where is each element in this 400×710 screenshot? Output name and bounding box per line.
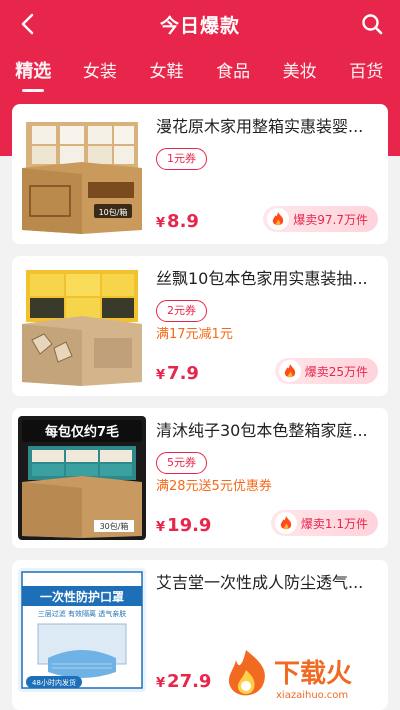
price-symbol: ¥ [156, 520, 166, 535]
image-label: 10包/箱 [99, 207, 128, 217]
tab-womens-clothing[interactable]: 女装 [67, 52, 134, 96]
tab-womens-shoes[interactable]: 女鞋 [133, 52, 200, 96]
image-label: 48小时内发货 [32, 678, 76, 687]
product-image: 10包/箱 [18, 112, 146, 236]
chevron-left-icon [21, 13, 34, 35]
product-image: 每包仅约7毛 30包/箱 [18, 416, 146, 540]
flame-icon [278, 360, 301, 382]
product-title[interactable]: 艾吉堂一次性成人防尘透气... [156, 572, 378, 594]
product-title[interactable]: 漫花原木家用整箱实惠装婴... [156, 116, 378, 138]
hot-sales-text: 爆卖25万件 [304, 364, 368, 379]
price-value: 8.9 [167, 211, 199, 232]
price-symbol: ¥ [156, 676, 166, 691]
product-image: 一次性防护口罩 三层过滤 有效隔离 透气亲肤 48小时内发货 [18, 568, 146, 692]
image-headline: 每包仅约7毛 [45, 424, 119, 440]
watermark-logo: 下载火 xiazaihuo.com [224, 646, 394, 704]
coupon-badge: 5元券 [156, 452, 207, 474]
product-info: 丝飘10包本色家用实惠装抽... 2元券 满17元减1元 ¥7.9 爆卖25万件 [156, 264, 378, 388]
watermark-text: 下载火 [274, 659, 352, 689]
coupon-badge: 1元券 [156, 148, 207, 170]
search-button[interactable] [356, 8, 388, 40]
tab-general-goods[interactable]: 百货 [333, 52, 400, 96]
image-headline: 一次性防护口罩 [40, 589, 124, 604]
price-value: 7.9 [167, 363, 199, 384]
product-price: ¥19.9 [156, 515, 211, 536]
product-price: ¥27.9 [156, 671, 211, 692]
image-subline: 三层过滤 有效隔离 透气亲肤 [38, 609, 126, 618]
product-card[interactable]: 每包仅约7毛 30包/箱 清沐纯子30包本色整箱家庭... 5元券 满28元送5… [12, 408, 388, 548]
price-value: 19.9 [167, 515, 212, 536]
flame-icon [267, 208, 290, 230]
hot-sales-badge: 爆卖1.1万件 [270, 510, 378, 536]
product-price: ¥7.9 [156, 363, 199, 384]
tab-beauty[interactable]: 美妆 [266, 52, 333, 96]
product-image [18, 264, 146, 388]
flame-icon [274, 512, 297, 534]
promo-text: 满28元送5元优惠券 [156, 479, 272, 494]
product-info: 漫花原木家用整箱实惠装婴... 1元券 ¥8.9 爆卖97.7万件 [156, 112, 378, 236]
page-title: 今日爆款 [159, 14, 240, 37]
watermark-subtext: xiazaihuo.com [276, 690, 348, 701]
product-info: 清沐纯子30包本色整箱家庭... 5元券 满28元送5元优惠券 ¥19.9 爆卖… [156, 416, 378, 540]
promo-text: 满17元减1元 [156, 327, 233, 342]
top-bar: 今日爆款 [0, 0, 400, 48]
product-card[interactable]: 10包/箱 漫花原木家用整箱实惠装婴... 1元券 ¥8.9 爆卖97.7万件 [12, 104, 388, 244]
price-value: 27.9 [167, 671, 212, 692]
tab-featured[interactable]: 精选 [0, 52, 67, 96]
search-icon [362, 14, 383, 35]
hot-sales-text: 爆卖97.7万件 [293, 212, 368, 227]
tab-food[interactable]: 食品 [200, 52, 267, 96]
product-card[interactable]: 丝飘10包本色家用实惠装抽... 2元券 满17元减1元 ¥7.9 爆卖25万件 [12, 256, 388, 396]
image-label: 30包/箱 [100, 521, 129, 531]
category-tabs: 精选 女装 女鞋 食品 美妆 百货 [0, 52, 400, 96]
product-title[interactable]: 丝飘10包本色家用实惠装抽... [156, 268, 378, 290]
price-symbol: ¥ [156, 368, 166, 383]
hot-sales-badge: 爆卖25万件 [274, 358, 378, 384]
price-symbol: ¥ [156, 216, 166, 231]
product-price: ¥8.9 [156, 211, 199, 232]
hot-sales-badge: 爆卖97.7万件 [263, 206, 378, 232]
coupon-badge: 2元券 [156, 300, 207, 322]
hot-sales-text: 爆卖1.1万件 [300, 516, 368, 531]
product-list: 10包/箱 漫花原木家用整箱实惠装婴... 1元券 ¥8.9 爆卖97.7万件 [12, 104, 388, 710]
back-button[interactable] [12, 8, 44, 40]
product-title[interactable]: 清沐纯子30包本色整箱家庭... [156, 420, 378, 442]
